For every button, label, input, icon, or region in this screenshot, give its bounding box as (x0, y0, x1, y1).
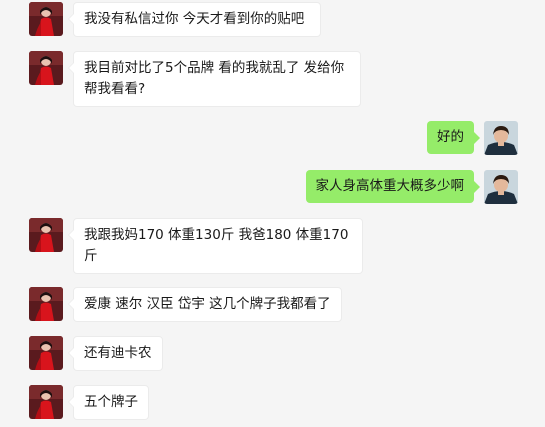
message-row: 我跟我妈170 体重130斤 我爸180 体重170斤 (29, 218, 363, 274)
message-bubble[interactable]: 家人身高体重大概多少啊 (305, 170, 480, 203)
message-row: 还有迪卡农 (29, 336, 163, 371)
message-row: 爱康 速尔 汉臣 岱宇 这几个牌子我都看了 (29, 287, 342, 322)
message-row: 家人身高体重大概多少啊 (305, 170, 518, 204)
message-row: 我目前对比了5个品牌 看的我就乱了 发给你帮我看看? (29, 51, 361, 107)
woman-red-dress-avatar[interactable] (29, 2, 63, 36)
woman-red-dress-avatar[interactable] (29, 385, 63, 419)
message-bubble[interactable]: 爱康 速尔 汉臣 岱宇 这几个牌子我都看了 (68, 287, 342, 322)
woman-red-dress-avatar[interactable] (29, 218, 63, 252)
man-portrait-avatar[interactable] (484, 170, 518, 204)
message-bubble[interactable]: 五个牌子 (68, 385, 149, 420)
woman-red-dress-avatar[interactable] (29, 287, 63, 321)
message-row: 我没有私信过你 今天才看到你的贴吧 (29, 2, 321, 37)
message-bubble[interactable]: 好的 (427, 121, 480, 154)
message-bubble[interactable]: 还有迪卡农 (68, 336, 163, 371)
message-bubble[interactable]: 我目前对比了5个品牌 看的我就乱了 发给你帮我看看? (68, 51, 361, 107)
message-row: 好的 (427, 121, 518, 155)
woman-red-dress-avatar[interactable] (29, 51, 63, 85)
man-portrait-avatar[interactable] (484, 121, 518, 155)
message-row: 五个牌子 (29, 385, 149, 420)
message-bubble[interactable]: 我跟我妈170 体重130斤 我爸180 体重170斤 (68, 218, 363, 274)
message-bubble[interactable]: 我没有私信过你 今天才看到你的贴吧 (68, 2, 321, 37)
woman-red-dress-avatar[interactable] (29, 336, 63, 370)
